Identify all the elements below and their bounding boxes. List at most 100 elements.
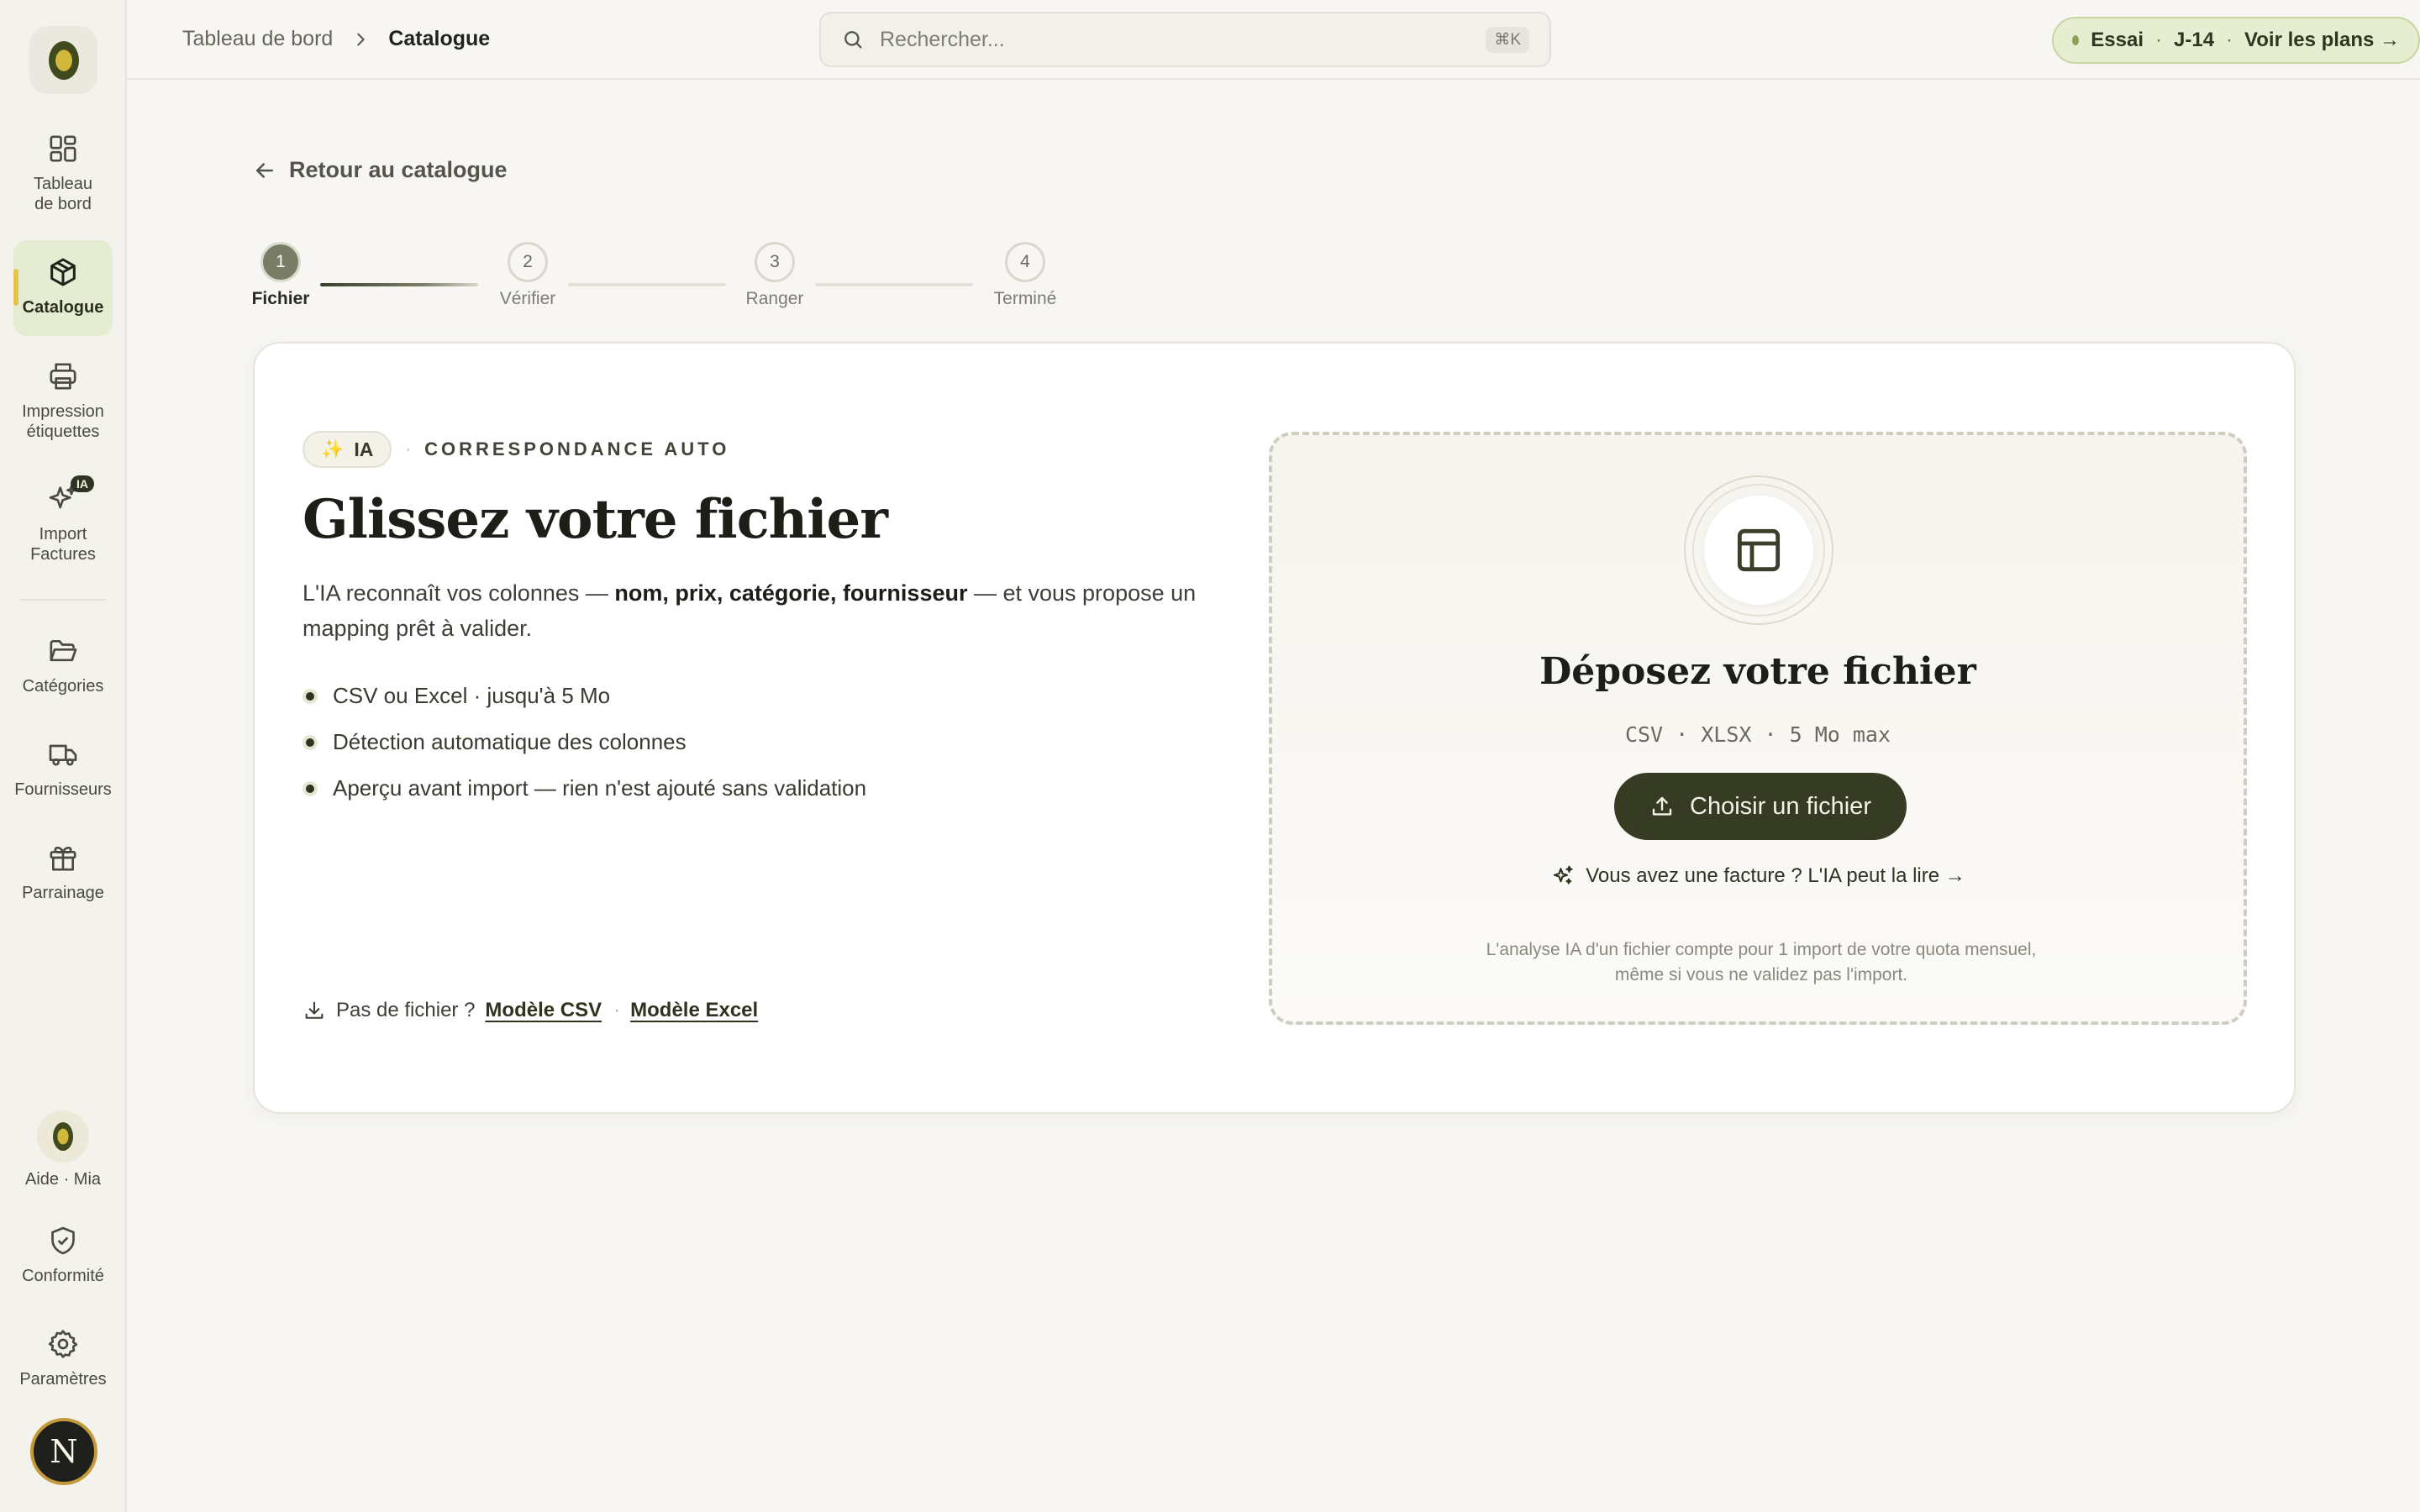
search-shortcut: ⌘K xyxy=(1486,26,1529,53)
tag-row: ✨ IA · CORRESPONDANCE AUTO xyxy=(302,431,729,468)
upload-icon xyxy=(1652,796,1672,816)
search-bar[interactable]: ⌘K xyxy=(819,12,1551,67)
sidebar-item-settings[interactable]: Paramètres xyxy=(13,1327,113,1389)
step-file: 1 Fichier xyxy=(247,242,314,309)
trial-label: Essai xyxy=(2091,29,2144,51)
sidebar-item-suppliers[interactable]: Fournisseurs xyxy=(13,738,113,800)
folder-icon xyxy=(50,640,77,662)
sidebar-item-label: Tableau de bord xyxy=(33,175,93,213)
back-label: Retour au catalogue xyxy=(289,157,508,182)
sidebar-item-invoice-import[interactable]: IA Import Factures xyxy=(13,475,113,564)
back-to-catalogue-link[interactable]: Retour au catalogue xyxy=(252,157,508,183)
sidebar-item-labels[interactable]: Impression étiquettes xyxy=(13,360,113,442)
step-label: Terminé xyxy=(993,289,1057,308)
quota-note: L'analyse IA d'un fichier compte pour 1 … xyxy=(1486,940,2037,984)
sidebar-item-label: Catégories xyxy=(22,677,104,696)
step-connector-1 xyxy=(320,283,478,286)
choose-file-button[interactable]: Choisir un fichier xyxy=(1614,773,1907,840)
ia-pill-label: IA xyxy=(354,438,374,460)
sidebar-item-label: Import Factures xyxy=(30,525,96,564)
page-title: Glissez votre fichier xyxy=(302,488,888,551)
sparkle-icon: ✨ xyxy=(321,438,345,459)
invoice-link-label: Vous avez une facture ? L'IA peut la lir… xyxy=(1586,864,1965,887)
view-plans-link[interactable]: Voir les plans → xyxy=(2244,29,2400,52)
sidebar-item-label: Fournisseurs xyxy=(14,780,112,799)
breadcrumb-current: Catalogue xyxy=(388,27,491,50)
arrow-left-icon xyxy=(256,162,273,178)
ia-pill: ✨ IA xyxy=(302,431,392,468)
sidebar-item-categories[interactable]: Catégories xyxy=(13,634,113,696)
step-organize: 3 Ranger xyxy=(741,242,808,309)
list-item: CSV ou Excel · jusqu'à 5 Mo xyxy=(302,673,866,719)
dropzone-formats: CSV · XLSX · 5 Mo max xyxy=(1624,722,1891,747)
step-verify: 2 Vérifier xyxy=(494,242,561,309)
breadcrumb: Tableau de bord Catalogue xyxy=(182,27,490,51)
active-indicator xyxy=(13,269,18,306)
step-label: Ranger xyxy=(745,289,804,308)
ia-badge: IA xyxy=(71,475,94,492)
invoice-link[interactable]: Vous avez une facture ? L'IA peut la lir… xyxy=(1272,864,2244,889)
list-item: Aperçu avant import — rien n'est ajouté … xyxy=(302,765,866,811)
topbar: Tableau de bord Catalogue ⌘K Essai · J-1… xyxy=(127,0,2420,80)
choose-file-label: Choisir un fichier xyxy=(1690,792,1871,820)
avatar-initial: N xyxy=(50,1433,78,1470)
gift-icon xyxy=(50,846,76,871)
excel-template-link[interactable]: Modèle Excel xyxy=(630,999,758,1022)
sidebar-item-catalogue[interactable]: Catalogue xyxy=(13,240,113,336)
step-number: 3 xyxy=(755,242,795,282)
sidebar-item-label: Impression étiquettes xyxy=(22,402,104,441)
step-number: 4 xyxy=(1005,242,1045,282)
feature-list: CSV ou Excel · jusqu'à 5 Mo Détection au… xyxy=(302,673,866,811)
dropzone-title: Déposez votre fichier xyxy=(1539,650,1976,693)
truck-icon xyxy=(49,744,77,766)
user-avatar[interactable]: N xyxy=(30,1418,97,1485)
app-logo[interactable] xyxy=(29,26,97,94)
spreadsheet-icon xyxy=(1737,528,1781,572)
bullet-icon xyxy=(302,780,318,796)
import-card: ✨ IA · CORRESPONDANCE AUTO Glissez votre… xyxy=(253,342,2296,1114)
sidebar-item-dashboard[interactable]: Tableau de bord xyxy=(13,132,113,214)
sidebar-item-referral[interactable]: Parrainage xyxy=(13,841,113,903)
search-icon xyxy=(844,31,862,49)
gear-icon xyxy=(48,1330,78,1358)
search-input[interactable] xyxy=(880,27,1486,52)
sparkles-icon xyxy=(1554,865,1573,885)
trial-status-dot xyxy=(2072,35,2080,45)
templates-prompt: Pas de fichier ? xyxy=(336,999,476,1021)
dropzone-icon-ring xyxy=(1684,475,1833,625)
box-icon xyxy=(50,258,76,286)
step-connector-2 xyxy=(568,283,726,286)
shield-check-icon xyxy=(51,1226,75,1255)
sidebar-item-label: Paramètres xyxy=(19,1370,107,1389)
sidebar-item-label: Aide · Mia xyxy=(24,1170,102,1189)
olive-logo-icon xyxy=(48,40,79,80)
list-item: Détection automatique des colonnes xyxy=(302,719,866,765)
sidebar-item-label: Conformité xyxy=(22,1267,104,1285)
bullet-icon xyxy=(302,688,318,704)
description: L'IA reconnaît vos colonnes — nom, prix,… xyxy=(302,580,1197,641)
breadcrumb-dashboard[interactable]: Tableau de bord xyxy=(182,27,333,51)
sidebar-divider xyxy=(20,599,106,601)
sidebar: Tableau de bord Catalogue Impression éti… xyxy=(0,0,127,1512)
auto-mapping-tag: CORRESPONDANCE AUTO xyxy=(424,438,730,459)
bullet-icon xyxy=(302,734,318,750)
sidebar-item-label: Catalogue xyxy=(22,298,104,317)
dashboard-icon xyxy=(50,135,76,162)
step-done: 4 Terminé xyxy=(985,242,1065,309)
sidebar-item-help[interactable]: Aide · Mia xyxy=(13,1110,113,1189)
step-connector-3 xyxy=(815,283,973,286)
step-label: Vérifier xyxy=(499,289,556,308)
file-dropzone[interactable]: Déposez votre fichier CSV · XLSX · 5 Mo … xyxy=(1269,432,2247,1025)
trial-days: J-14 xyxy=(2174,29,2215,51)
step-label: Fichier xyxy=(251,289,310,308)
chevron-right-icon xyxy=(357,33,365,45)
sidebar-item-compliance[interactable]: Conformité xyxy=(13,1224,113,1286)
printer-icon xyxy=(50,363,76,390)
csv-template-link[interactable]: Modèle CSV xyxy=(485,999,602,1022)
step-number: 2 xyxy=(508,242,548,282)
olive-orb-icon xyxy=(37,1110,89,1163)
sidebar-item-label: Parrainage xyxy=(22,884,104,902)
download-icon xyxy=(305,1001,324,1019)
trial-banner[interactable]: Essai · J-14 · Voir les plans → xyxy=(2052,17,2420,64)
step-number: 1 xyxy=(260,242,301,282)
